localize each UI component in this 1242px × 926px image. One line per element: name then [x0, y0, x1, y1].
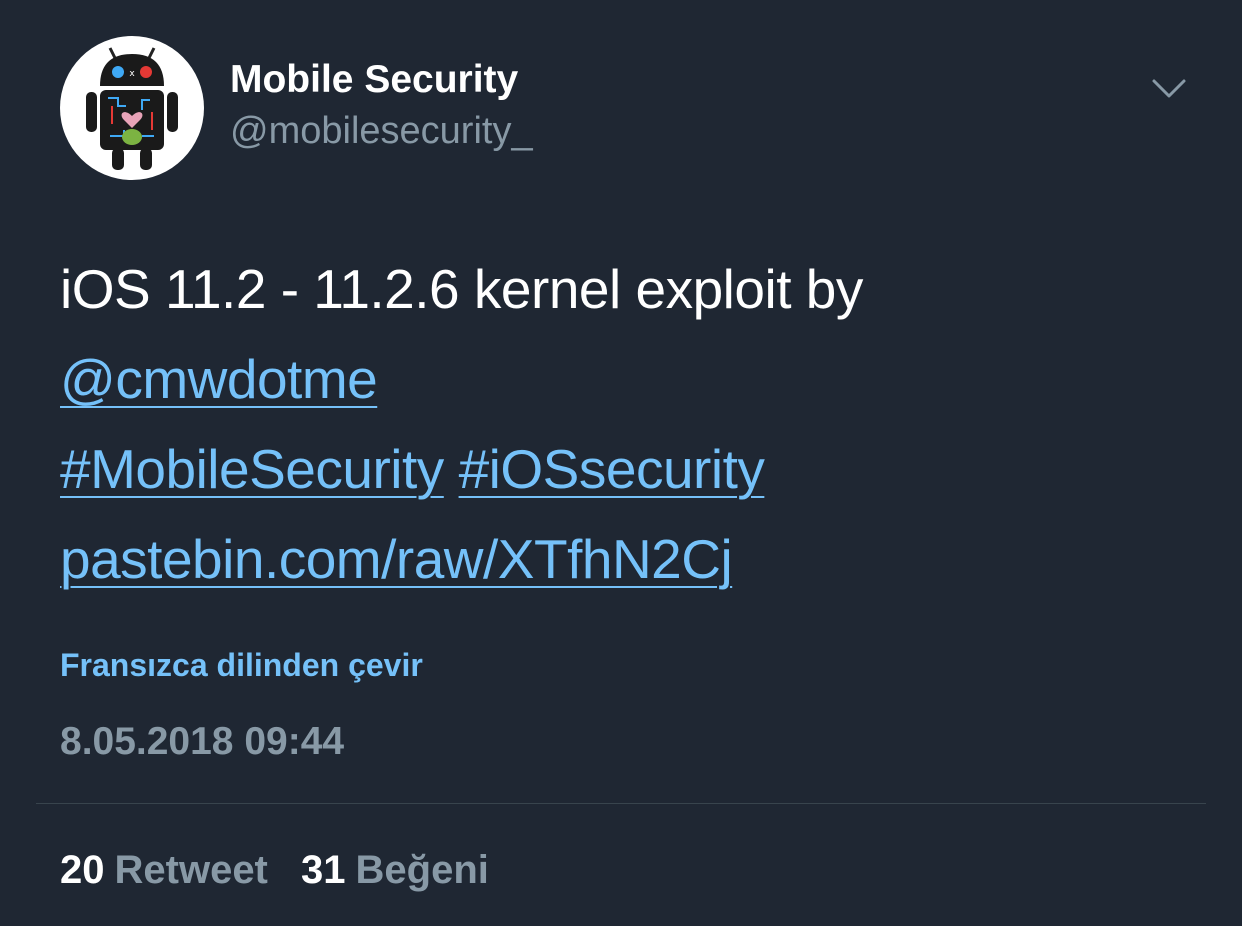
url-link[interactable]: pastebin.com/raw/XTfhN2Cj — [60, 528, 733, 590]
retweet-count: 20 — [60, 848, 105, 892]
like-count: 31 — [301, 848, 346, 892]
tweet-text-line: iOS 11.2 - 11.2.6 kernel exploit by — [60, 258, 863, 320]
svg-text:x: x — [129, 69, 135, 79]
engagement-stats: 20 Retweet 31 Beğeni — [60, 846, 511, 894]
tweet-text: iOS 11.2 - 11.2.6 kernel exploit by @cmw… — [60, 244, 1210, 604]
retweet-label: Retweet — [114, 848, 268, 892]
android-robot-icon: x — [86, 47, 178, 170]
display-name[interactable]: Mobile Security — [230, 58, 518, 102]
hashtag-link-iossecurity[interactable]: #iOSsecurity — [459, 438, 765, 500]
avatar[interactable]: x — [60, 36, 204, 180]
like-label: Beğeni — [355, 848, 489, 892]
likes-stat[interactable]: 31 Beğeni — [301, 846, 489, 894]
mention-link[interactable]: @cmwdotme — [60, 348, 378, 410]
divider — [36, 803, 1206, 804]
tweet-menu-button[interactable] — [1150, 70, 1188, 108]
user-handle[interactable]: @mobilesecurity_ — [230, 109, 533, 153]
retweets-stat[interactable]: 20 Retweet — [60, 846, 268, 894]
translate-link[interactable]: Fransızca dilinden çevir — [60, 645, 423, 685]
timestamp: 8.05.2018 09:44 — [60, 720, 345, 763]
chevron-down-icon — [1152, 79, 1186, 98]
hashtag-link-mobilesecurity[interactable]: #MobileSecurity — [60, 438, 444, 500]
